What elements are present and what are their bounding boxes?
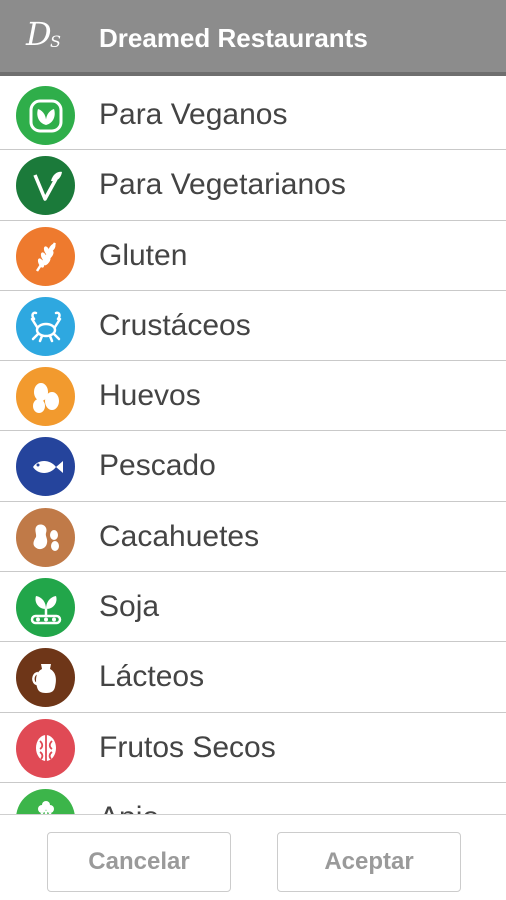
vegan-leaf-icon — [16, 86, 75, 145]
list-item[interactable]: Huevos — [0, 361, 506, 432]
list-item-label: Para Vegetarianos — [99, 168, 346, 202]
list-item-label: Apio — [99, 800, 159, 814]
list-item-label: Huevos — [99, 379, 201, 413]
fish-icon — [16, 437, 75, 497]
list-item[interactable]: Cacahuetes — [0, 502, 506, 573]
peanut-icon — [16, 507, 75, 567]
crab-icon — [16, 296, 75, 356]
app-title: Dreamed Restaurants — [99, 23, 368, 53]
list-item[interactable]: Gluten — [0, 221, 506, 291]
list-item-label: Pescado — [99, 449, 216, 483]
list-item[interactable]: Crustáceos — [0, 291, 506, 362]
list-item-label: Soja — [99, 590, 160, 624]
celery-icon — [16, 788, 75, 814]
list-item-label: Cacahuetes — [99, 519, 260, 553]
list-item[interactable]: Para Vegetarianos — [0, 150, 506, 221]
vegetarian-v-icon — [16, 156, 75, 216]
allergen-list[interactable]: Para Veganos Para Vegetarianos Gluten Crust… — [0, 80, 506, 814]
dialog-footer: Cancelar Aceptar — [0, 814, 506, 900]
wheat-icon — [16, 226, 75, 286]
list-item-label: Gluten — [99, 238, 188, 272]
list-item[interactable]: Apio — [0, 783, 506, 814]
soy-icon — [16, 578, 75, 638]
cancel-button[interactable]: Cancelar — [47, 832, 231, 892]
eggs-icon — [16, 367, 75, 427]
list-item[interactable]: Frutos Secos — [0, 713, 506, 783]
list-item[interactable]: Para Veganos — [0, 80, 506, 151]
list-item-label: Frutos Secos — [99, 730, 276, 764]
app-bar: D S Dreamed Restaurants — [0, 0, 506, 76]
list-item-label: Para Veganos — [99, 98, 288, 131]
logo-letter-d: D — [26, 15, 52, 53]
list-item[interactable]: Pescado — [0, 431, 506, 502]
list-item-label: Crustáceos — [99, 308, 251, 342]
milk-jug-icon — [16, 648, 75, 708]
list-item[interactable]: Lácteos — [0, 642, 506, 713]
accept-button[interactable]: Aceptar — [277, 832, 461, 892]
app-logo: D S — [26, 14, 76, 60]
logo-letter-s: S — [50, 32, 61, 51]
list-item[interactable]: Soja — [0, 572, 506, 643]
walnut-icon — [16, 718, 75, 778]
list-item-label: Lácteos — [99, 660, 205, 694]
